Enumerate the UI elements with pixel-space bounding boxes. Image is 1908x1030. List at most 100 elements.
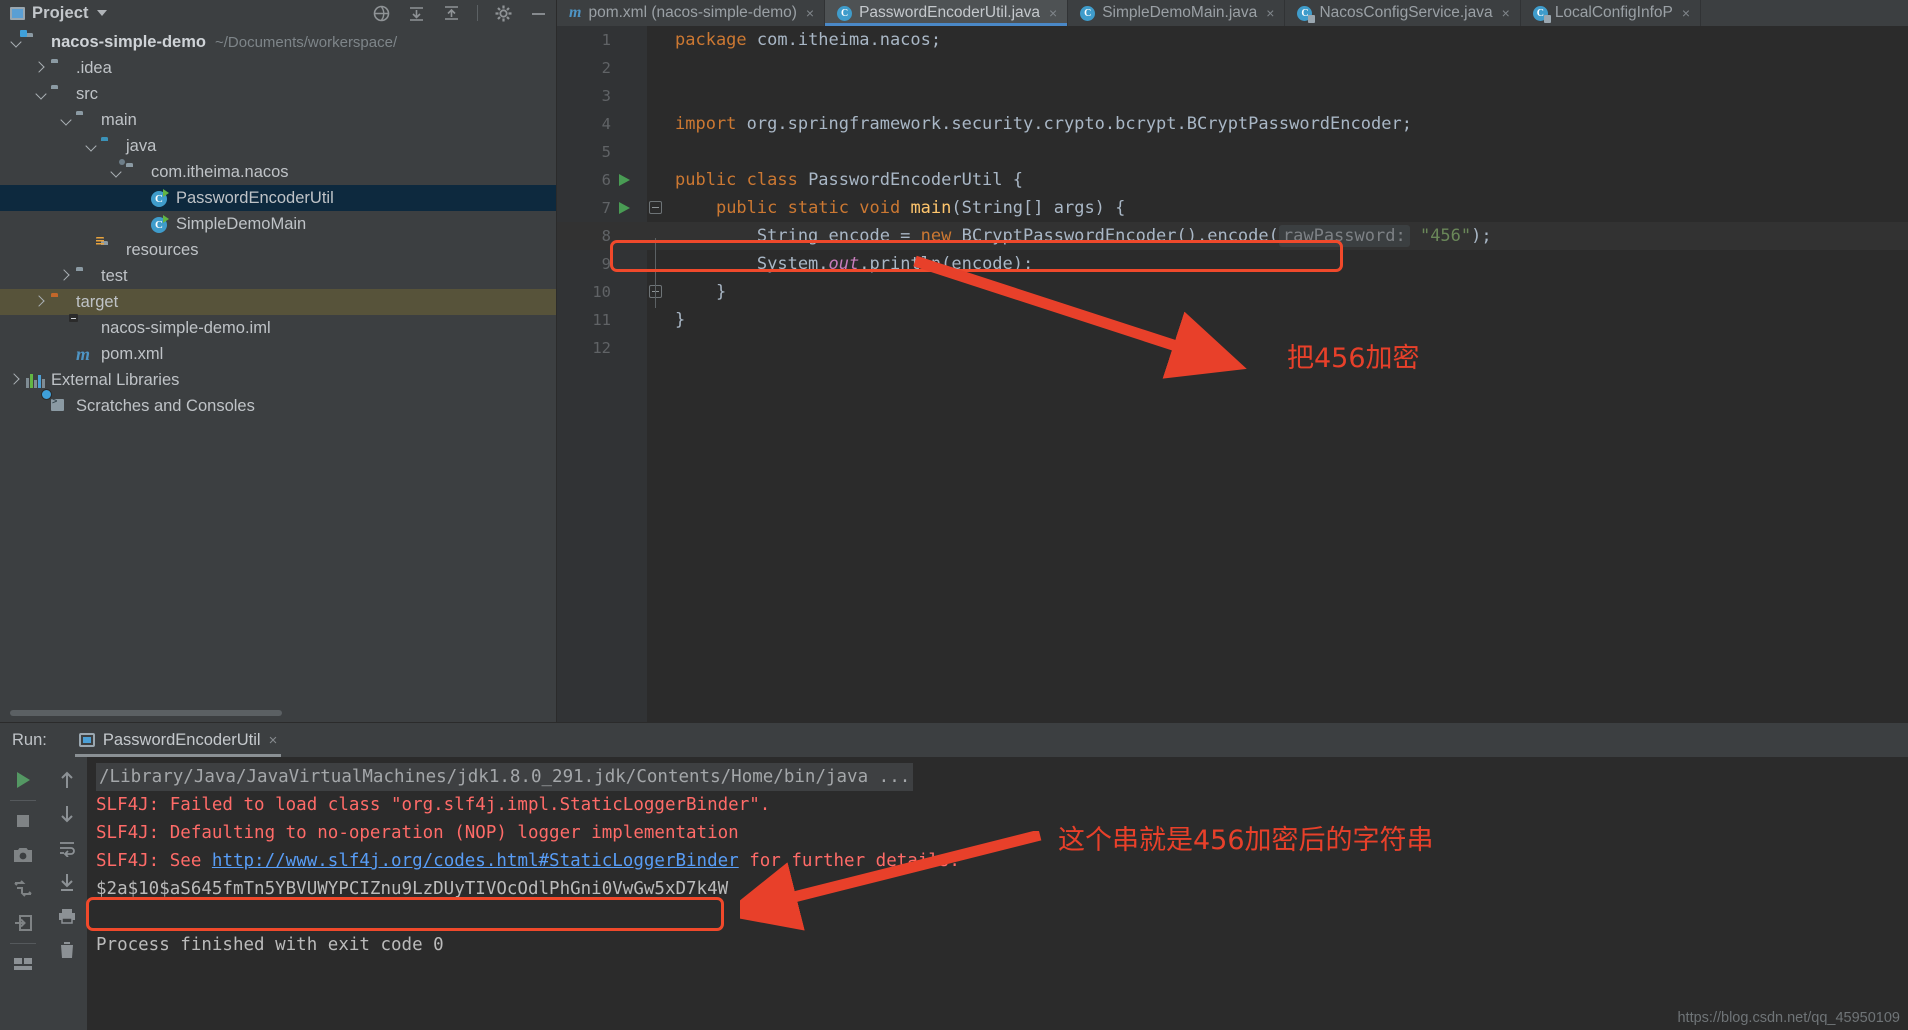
- tree-node-src[interactable]: src: [0, 81, 556, 107]
- tree-node-java[interactable]: java: [0, 133, 556, 159]
- close-icon[interactable]: ×: [1682, 5, 1690, 21]
- tree-node-label: main: [101, 111, 137, 130]
- code-line[interactable]: 8 String encode = new BCryptPasswordEnco…: [557, 222, 1908, 250]
- code-text: public static void main(String[] args) {: [675, 194, 1125, 222]
- close-icon[interactable]: ×: [1049, 5, 1057, 21]
- chevron-right-icon[interactable]: [60, 270, 72, 282]
- code-line[interactable]: 7 public static void main(String[] args)…: [557, 194, 1908, 222]
- editor-tab-label: LocalConfigInfoP: [1555, 4, 1673, 22]
- chevron-right-icon[interactable]: [35, 62, 47, 74]
- code-line[interactable]: 2: [557, 54, 1908, 82]
- collapse-all-icon[interactable]: [442, 4, 461, 23]
- code-line[interactable]: 9 System.out.println(encode);: [557, 250, 1908, 278]
- package-icon: [126, 164, 145, 180]
- scrollbar-thumb[interactable]: [10, 710, 282, 716]
- code-token: .println(encode);: [859, 254, 1033, 274]
- code-line[interactable]: 4import org.springframework.security.cry…: [557, 110, 1908, 138]
- run-gutter-icon[interactable]: [619, 202, 630, 214]
- code-fold-icon[interactable]: [649, 201, 662, 214]
- camera-icon[interactable]: [3, 838, 43, 872]
- console-error-text: SLF4J: See: [96, 851, 212, 871]
- code-line[interactable]: 5: [557, 138, 1908, 166]
- code-line[interactable]: 1package com.itheima.nacos;: [557, 26, 1908, 54]
- code-token: public class: [675, 170, 798, 190]
- tree-node-external-libraries[interactable]: External Libraries: [0, 367, 556, 393]
- tree-node-simpledemomain[interactable]: CSimpleDemoMain: [0, 211, 556, 237]
- project-tree[interactable]: nacos-simple-demo~/Documents/workerspace…: [0, 26, 556, 712]
- code-line[interactable]: 3: [557, 82, 1908, 110]
- scroll-up-icon[interactable]: [47, 763, 87, 797]
- tree-node-label: nacos-simple-demo: [51, 33, 206, 52]
- chevron-down-icon[interactable]: [60, 114, 72, 126]
- close-icon[interactable]: ×: [1502, 5, 1510, 21]
- close-icon[interactable]: ×: [806, 5, 814, 21]
- editor-tab-label: PasswordEncoderUtil.java: [859, 4, 1040, 22]
- locate-file-icon[interactable]: [372, 4, 391, 23]
- console-output[interactable]: /Library/Java/JavaVirtualMachines/jdk1.8…: [88, 757, 1908, 1030]
- expand-all-icon[interactable]: [407, 4, 426, 23]
- ide-window: Project nacos-s: [0, 0, 1908, 1030]
- close-icon[interactable]: ×: [269, 732, 278, 749]
- export-icon[interactable]: [3, 906, 43, 940]
- tree-node-nacos-simple-demo[interactable]: nacos-simple-demo~/Documents/workerspace…: [0, 29, 556, 55]
- maven-pom-icon: m: [569, 4, 581, 22]
- tree-node-label: SimpleDemoMain: [176, 215, 306, 234]
- editor-tab-bar[interactable]: mpom.xml (nacos-simple-demo)×CPasswordEn…: [557, 0, 1908, 26]
- stop-icon[interactable]: [3, 804, 43, 838]
- trash-icon[interactable]: [47, 933, 87, 967]
- code-token: out: [829, 254, 860, 274]
- line-number: 4: [557, 110, 611, 138]
- chevron-right-icon[interactable]: [10, 374, 22, 386]
- chevron-down-icon[interactable]: [10, 36, 22, 48]
- scroll-to-end-icon[interactable]: [47, 865, 87, 899]
- editor-tab-simpledemomain[interactable]: CSimpleDemoMain.java×: [1068, 0, 1285, 26]
- chevron-right-icon[interactable]: [35, 296, 47, 308]
- iml-file-icon: [76, 320, 95, 336]
- chevron-down-icon[interactable]: [35, 88, 47, 100]
- code-line[interactable]: 10 }: [557, 278, 1908, 306]
- tree-node-scratches-and-consoles[interactable]: Scratches and Consoles: [0, 393, 556, 419]
- run-gutter-icon[interactable]: [619, 174, 630, 186]
- code-editor[interactable]: 1package com.itheima.nacos;234import org…: [557, 26, 1908, 722]
- chevron-down-icon[interactable]: [110, 166, 122, 178]
- chevron-down-icon[interactable]: [85, 140, 97, 152]
- line-number: 2: [557, 54, 611, 82]
- tree-node-idea[interactable]: .idea: [0, 55, 556, 81]
- code-token: com.itheima.nacos;: [747, 30, 941, 50]
- tree-node-test[interactable]: test: [0, 263, 556, 289]
- tree-node-passwordencoderutil[interactable]: CPasswordEncoderUtil: [0, 185, 556, 211]
- tree-node-com-itheima-nacos[interactable]: com.itheima.nacos: [0, 159, 556, 185]
- tree-node-main[interactable]: main: [0, 107, 556, 133]
- code-line[interactable]: 12: [557, 334, 1908, 362]
- chevron-down-icon[interactable]: [97, 10, 107, 16]
- editor-tab-passwordencoderutil[interactable]: CPasswordEncoderUtil.java×: [825, 0, 1068, 26]
- tree-spacer: [135, 192, 147, 204]
- close-icon[interactable]: ×: [1266, 5, 1274, 21]
- editor-tab-nacosconfigservice[interactable]: CNacosConfigService.java×: [1285, 0, 1520, 26]
- layout-icon[interactable]: [3, 947, 43, 981]
- annotation-hash-text: 这个串就是456加密后的字符串: [1058, 818, 1434, 857]
- trace-icon[interactable]: [3, 872, 43, 906]
- editor-tab-localconfiginfop[interactable]: CLocalConfigInfoP×: [1521, 0, 1701, 26]
- gear-icon[interactable]: [494, 4, 513, 23]
- tree-node-resources[interactable]: resources: [0, 237, 556, 263]
- code-line[interactable]: 11}: [557, 306, 1908, 334]
- tree-node-pom-xml[interactable]: mpom.xml: [0, 341, 556, 367]
- console-hyperlink[interactable]: http://www.slf4j.org/codes.html#StaticLo…: [212, 851, 739, 871]
- scroll-down-icon[interactable]: [47, 797, 87, 831]
- minimize-icon[interactable]: [529, 4, 548, 23]
- tree-node-nacos-simple-demo-iml[interactable]: nacos-simple-demo.iml: [0, 315, 556, 341]
- run-tab-name: PasswordEncoderUtil: [103, 731, 261, 750]
- print-icon[interactable]: [47, 899, 87, 933]
- console-line: SLF4J: Failed to load class "org.slf4j.i…: [88, 791, 1908, 819]
- run-configuration-tab[interactable]: PasswordEncoderUtil ×: [73, 723, 284, 757]
- editor-tab-pom[interactable]: mpom.xml (nacos-simple-demo)×: [557, 0, 825, 26]
- code-content[interactable]: 1package com.itheima.nacos;234import org…: [557, 26, 1908, 722]
- sidebar-horizontal-scrollbar[interactable]: [10, 710, 550, 716]
- code-token: System.: [675, 254, 829, 274]
- rerun-icon[interactable]: [3, 763, 43, 797]
- tree-node-target[interactable]: target: [0, 289, 556, 315]
- maven-pom-icon: m: [76, 346, 95, 362]
- soft-wrap-icon[interactable]: [47, 831, 87, 865]
- code-line[interactable]: 6public class PasswordEncoderUtil {: [557, 166, 1908, 194]
